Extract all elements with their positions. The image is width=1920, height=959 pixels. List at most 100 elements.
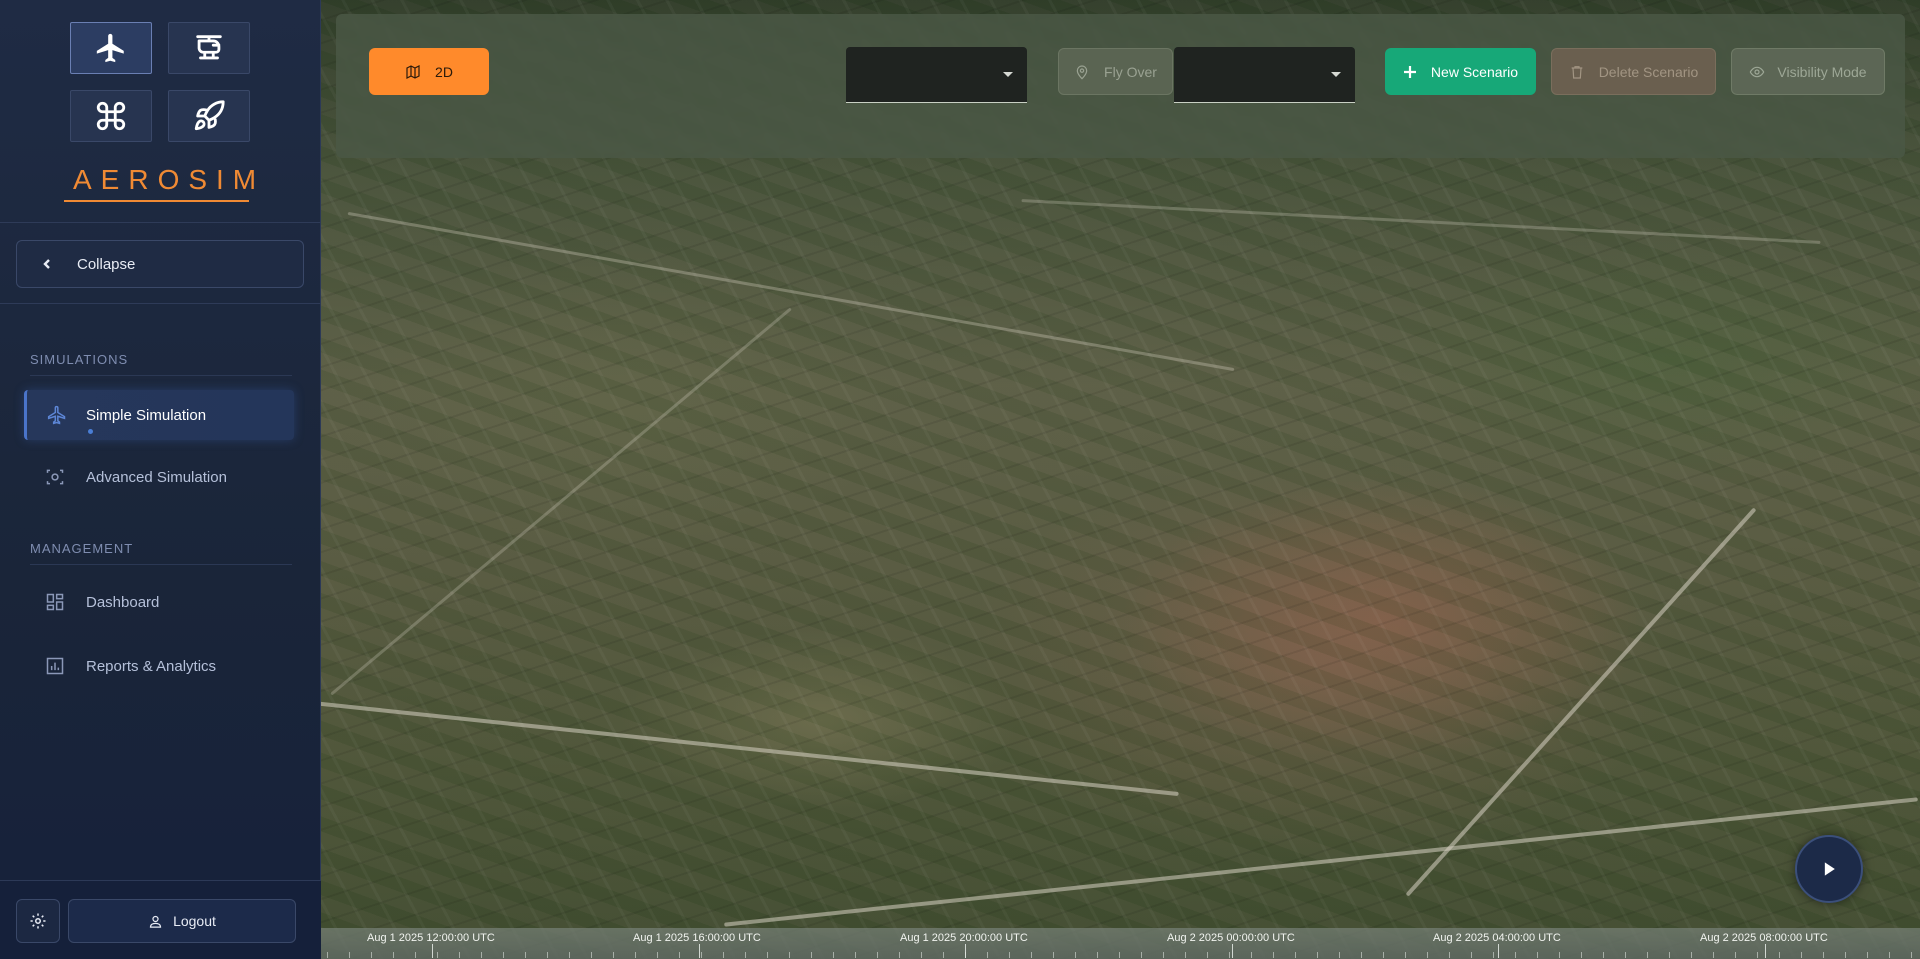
timeline-minor-tick <box>1053 952 1054 958</box>
timeline-minor-tick <box>371 952 372 958</box>
view-2d-toggle-button[interactable]: 2D <box>369 48 489 95</box>
map-road <box>724 797 1918 927</box>
chevron-left-icon <box>17 258 77 270</box>
fly-over-button[interactable]: Fly Over <box>1058 48 1173 95</box>
new-scenario-label: New Scenario <box>1430 63 1519 80</box>
sidebar-divider <box>0 303 321 304</box>
timeline-minor-tick <box>1867 952 1868 958</box>
mode-helicopter-button[interactable] <box>168 22 250 74</box>
sidebar-item-label: Reports & Analytics <box>86 657 217 675</box>
section-divider <box>30 375 292 376</box>
map-road <box>330 307 792 696</box>
timeline-minor-tick <box>1405 952 1406 958</box>
eye-icon <box>1750 66 1765 77</box>
timeline-label: Aug 1 2025 20:00:00 UTC <box>900 932 1028 944</box>
map-icon <box>406 64 420 79</box>
trash-icon <box>1571 65 1583 79</box>
timeline-minor-tick <box>1185 952 1186 958</box>
scan-icon <box>24 467 86 487</box>
secondary-select[interactable] <box>1174 47 1355 103</box>
sidebar-item-reports-analytics[interactable]: Reports & Analytics <box>24 641 294 691</box>
play-icon <box>1824 862 1835 876</box>
timeline-major-tick <box>1765 944 1766 958</box>
timeline-minor-tick <box>745 952 746 958</box>
timeline-minor-tick <box>1757 952 1758 958</box>
map-viewport[interactable]: 2D Fly Over New Scenario Delete Scenario <box>321 0 1920 959</box>
timeline-minor-tick <box>1273 952 1274 958</box>
timeline-bar[interactable]: Aug 1 2025 12:00:00 UTC Aug 1 2025 16:00… <box>321 928 1920 959</box>
timeline-minor-tick <box>569 952 570 958</box>
logout-button[interactable]: Logout <box>68 899 296 943</box>
timeline-minor-tick <box>437 952 438 958</box>
logout-label: Logout <box>173 913 216 929</box>
timeline-minor-tick <box>503 952 504 958</box>
timeline-minor-tick <box>679 952 680 958</box>
play-simulation-button[interactable] <box>1795 835 1863 903</box>
app-logo: AEROSIM <box>64 164 256 202</box>
timeline-minor-tick <box>943 952 944 958</box>
map-road <box>347 211 1235 372</box>
section-title-management: MANAGEMENT <box>30 541 134 556</box>
sidebar-item-label: Dashboard <box>86 593 160 611</box>
timeline-minor-tick <box>723 952 724 958</box>
helicopter-icon <box>196 35 222 60</box>
timeline-minor-tick <box>547 952 548 958</box>
sidebar-item-simple-simulation[interactable]: Simple Simulation <box>24 390 294 440</box>
collapse-sidebar-button[interactable]: Collapse <box>16 240 304 288</box>
timeline-minor-tick <box>525 952 526 958</box>
mode-drone-button[interactable] <box>70 90 152 142</box>
bar-chart-icon <box>24 656 86 676</box>
sidebar: AEROSIM Collapse SIMULATIONS Simple Simu… <box>0 0 321 959</box>
timeline-label: Aug 2 2025 00:00:00 UTC <box>1167 932 1295 944</box>
timeline-minor-tick <box>1515 952 1516 958</box>
timeline-minor-tick <box>1559 952 1560 958</box>
timeline-minor-tick <box>1669 952 1670 958</box>
timeline-minor-tick <box>701 952 702 958</box>
timeline-minor-tick <box>1889 952 1890 958</box>
timeline-minor-tick <box>987 952 988 958</box>
timeline-minor-tick <box>1163 952 1164 958</box>
timeline-minor-tick <box>327 952 328 958</box>
timeline-minor-tick <box>1845 952 1846 958</box>
timeline-major-tick <box>1232 944 1233 958</box>
visibility-mode-button[interactable]: Visibility Mode <box>1731 48 1885 95</box>
timeline-minor-tick <box>415 952 416 958</box>
delete-scenario-button[interactable]: Delete Scenario <box>1551 48 1716 95</box>
timeline-minor-tick <box>591 952 592 958</box>
collapse-label: Collapse <box>77 255 136 273</box>
user-icon <box>149 915 162 928</box>
rocket-icon <box>194 100 225 131</box>
timeline-label: Aug 1 2025 12:00:00 UTC <box>367 932 495 944</box>
timeline-minor-tick <box>1207 952 1208 958</box>
mode-rocket-button[interactable] <box>168 90 250 142</box>
drone-icon <box>96 101 126 131</box>
timeline-minor-tick <box>767 952 768 958</box>
active-indicator-dot <box>88 428 93 434</box>
map-road <box>1405 507 1757 897</box>
map-pin-icon <box>1076 64 1088 79</box>
timeline-minor-tick <box>811 952 812 958</box>
timeline-minor-tick <box>1317 952 1318 958</box>
new-scenario-button[interactable]: New Scenario <box>1385 48 1536 95</box>
delete-scenario-label: Delete Scenario <box>1598 63 1699 80</box>
timeline-minor-tick <box>877 952 878 958</box>
sidebar-item-advanced-simulation[interactable]: Advanced Simulation <box>24 452 294 502</box>
scenario-select[interactable] <box>846 47 1027 103</box>
timeline-minor-tick <box>1383 952 1384 958</box>
timeline-minor-tick <box>1801 952 1802 958</box>
timeline-minor-tick <box>855 952 856 958</box>
scenario-toolbar: 2D Fly Over New Scenario Delete Scenario <box>336 14 1905 158</box>
sidebar-item-dashboard[interactable]: Dashboard <box>24 577 294 627</box>
timeline-minor-tick <box>899 952 900 958</box>
timeline-minor-tick <box>965 952 966 958</box>
map-road <box>321 697 1179 797</box>
dashboard-grid-icon <box>24 592 86 612</box>
settings-button[interactable] <box>16 899 60 943</box>
timeline-minor-tick <box>1141 952 1142 958</box>
timeline-major-tick <box>1498 944 1499 958</box>
section-divider <box>30 564 292 565</box>
mode-airplane-button[interactable] <box>70 22 152 74</box>
timeline-minor-tick <box>1603 952 1604 958</box>
timeline-minor-tick <box>1295 952 1296 958</box>
sidebar-item-label: Advanced Simulation <box>86 468 227 486</box>
